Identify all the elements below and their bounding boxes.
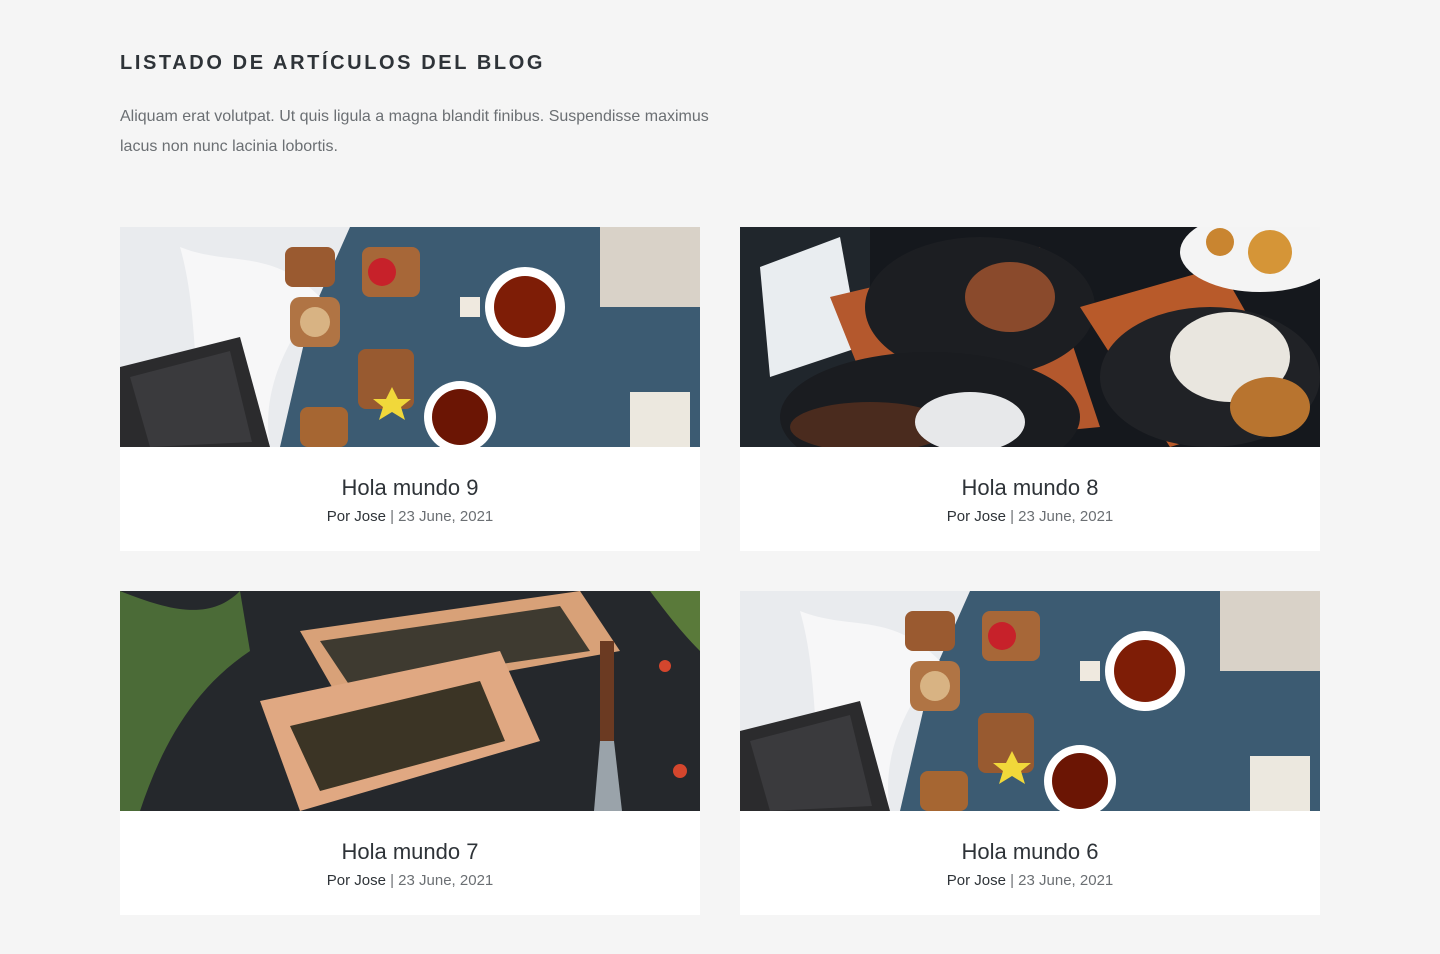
- post-author-prefix: Por: [946, 872, 971, 889]
- post-image-grilled-dishes[interactable]: [740, 227, 1320, 447]
- post-author[interactable]: Jose: [354, 508, 386, 525]
- post-meta: Por Jose | 23 June, 2021: [740, 508, 1320, 526]
- post-date: 23 June, 2021: [398, 508, 494, 525]
- post-card[interactable]: Hola mundo 9 Por Jose | 23 June, 2021: [120, 227, 700, 551]
- post-author-prefix: Por: [946, 508, 971, 525]
- meta-separator: |: [390, 508, 394, 525]
- section-intro: Aliquam erat volutpat. Ut quis ligula a …: [120, 108, 709, 155]
- post-title[interactable]: Hola mundo 9: [120, 447, 700, 501]
- post-date: 23 June, 2021: [1018, 508, 1114, 525]
- post-author[interactable]: Jose: [354, 872, 386, 889]
- section-title: LISTADO DE ARTÍCULOS DEL BLOG: [120, 52, 546, 74]
- post-body: Hola mundo 9 Por Jose | 23 June, 2021: [120, 447, 700, 551]
- post-body: Hola mundo 6 Por Jose | 23 June, 2021: [740, 811, 1320, 915]
- meta-separator: |: [1010, 508, 1014, 525]
- post-card[interactable]: Hola mundo 8 Por Jose | 23 June, 2021: [740, 227, 1320, 551]
- post-meta: Por Jose | 23 June, 2021: [120, 872, 700, 890]
- post-date: 23 June, 2021: [1018, 872, 1114, 889]
- post-author-prefix: Por: [326, 872, 351, 889]
- post-card[interactable]: Hola mundo 7 Por Jose | 23 June, 2021: [120, 591, 700, 915]
- post-body: Hola mundo 7 Por Jose | 23 June, 2021: [120, 811, 700, 915]
- post-title[interactable]: Hola mundo 8: [740, 447, 1320, 501]
- post-meta: Por Jose | 23 June, 2021: [120, 508, 700, 526]
- post-author-prefix: Por: [326, 508, 351, 525]
- posts-grid: Hola mundo 9 Por Jose | 23 June, 2021 Ho…: [120, 227, 1320, 915]
- post-card[interactable]: Hola mundo 6 Por Jose | 23 June, 2021: [740, 591, 1320, 915]
- post-image-breakfast-tea[interactable]: [120, 227, 700, 447]
- meta-separator: |: [1010, 872, 1014, 889]
- post-author[interactable]: Jose: [974, 872, 1006, 889]
- post-body: Hola mundo 8 Por Jose | 23 June, 2021: [740, 447, 1320, 551]
- post-date: 23 June, 2021: [398, 872, 494, 889]
- post-author[interactable]: Jose: [974, 508, 1006, 525]
- post-meta: Por Jose | 23 June, 2021: [740, 872, 1320, 890]
- post-image-breakfast-tea[interactable]: [740, 591, 1320, 811]
- post-image-sushi-board[interactable]: [120, 591, 700, 811]
- post-title[interactable]: Hola mundo 7: [120, 811, 700, 865]
- meta-separator: |: [390, 872, 394, 889]
- post-title[interactable]: Hola mundo 6: [740, 811, 1320, 865]
